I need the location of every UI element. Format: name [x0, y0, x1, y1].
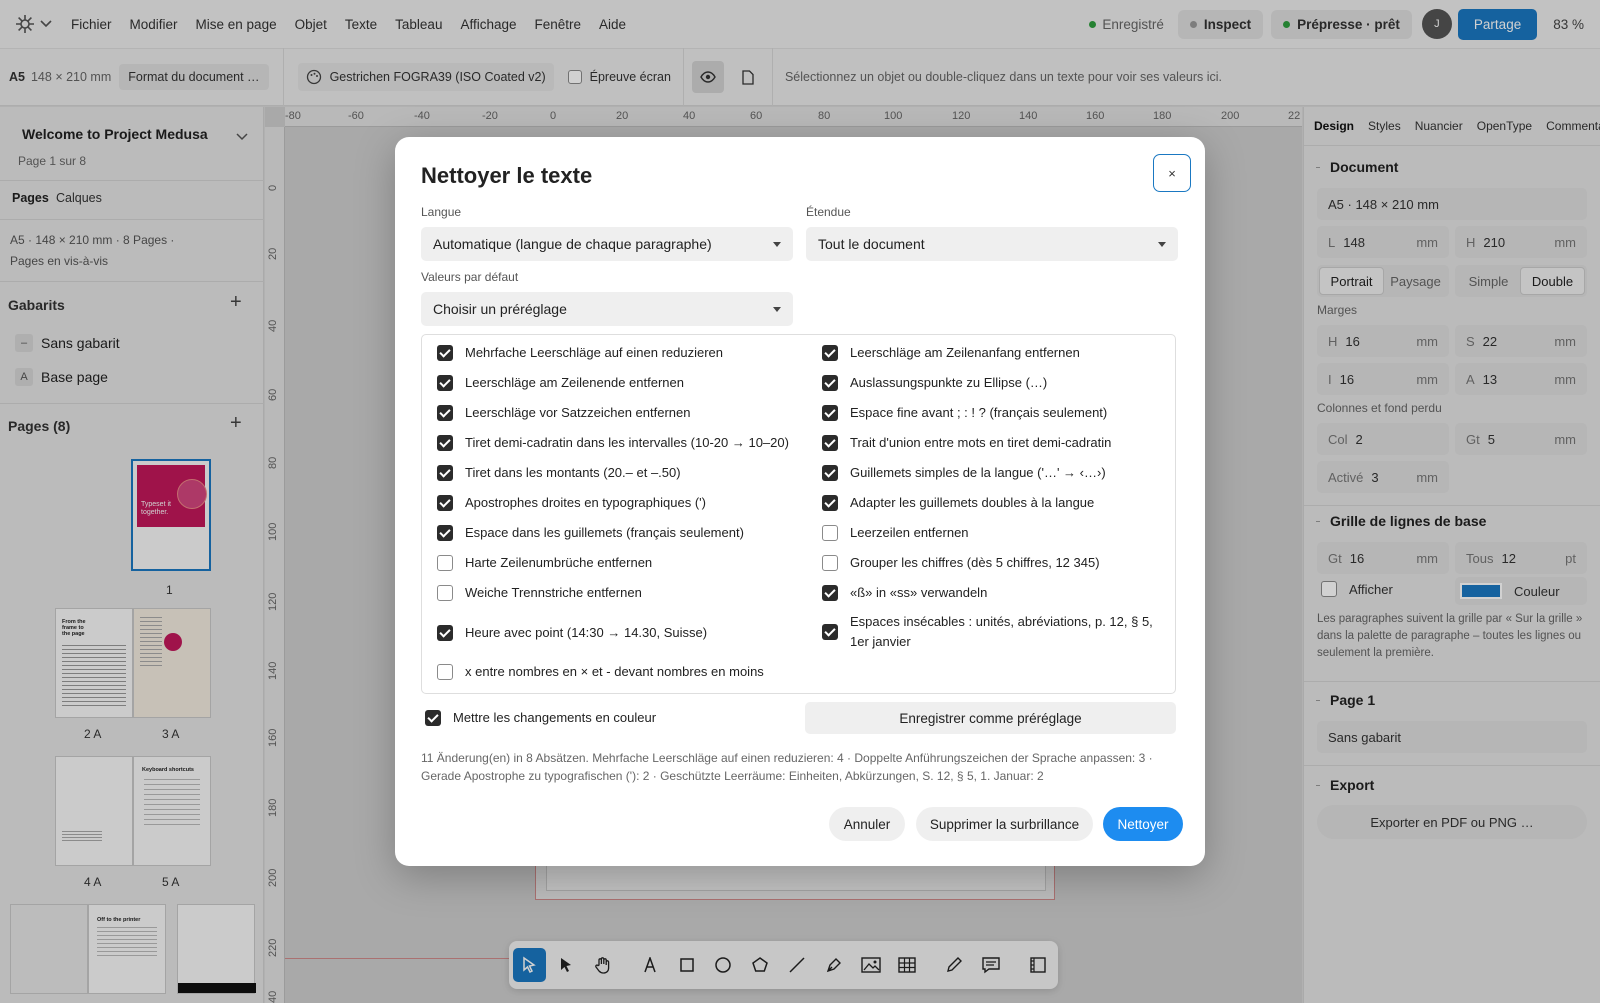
checkbox[interactable] [822, 585, 838, 601]
option-thin-space[interactable]: Espace fine avant ; : ! ? (français seul… [822, 403, 1107, 423]
option-label: Leerschläge vor Satzzeichen entfernen [465, 405, 691, 420]
scope-label: Étendue [806, 205, 851, 219]
checkbox[interactable] [822, 495, 838, 511]
option-label: Tiret demi-cadratin dans les intervalles… [465, 435, 789, 450]
highlight-changes-option[interactable]: Mettre les changements en couleur [425, 708, 656, 728]
option-trailing-spaces[interactable]: Leerschläge am Zeilenende entfernen [437, 373, 684, 393]
checkbox[interactable] [437, 345, 453, 361]
language-value: Automatique (langue de chaque paragraphe… [433, 236, 712, 252]
checkbox[interactable] [437, 525, 453, 541]
checkbox[interactable] [437, 555, 453, 571]
clean-button[interactable]: Nettoyer [1103, 807, 1183, 841]
option-multiply-sign[interactable]: x entre nombres en × et - devant nombres… [437, 662, 764, 682]
dialog-title: Nettoyer le texte [421, 163, 593, 188]
clean-text-dialog: Nettoyer le texte × Langue Automatique (… [395, 137, 1205, 866]
option-hyphen-to-en-dash[interactable]: Trait d'union entre mots en tiret demi-c… [822, 433, 1111, 453]
option-label: Weiche Trennstriche entfernen [465, 585, 642, 600]
option-label: Espaces insécables : unités, abréviation… [850, 614, 1153, 649]
checkbox[interactable] [437, 405, 453, 421]
option-label: Grouper les chiffres (dès 5 chiffres, 12… [850, 555, 1100, 570]
checkbox[interactable] [822, 375, 838, 391]
option-non-breaking-spaces[interactable]: Espaces insécables : unités, abréviation… [822, 612, 1162, 652]
scope-value: Tout le document [818, 236, 925, 252]
checkbox[interactable] [437, 625, 453, 641]
option-label: «ß» in «ss» verwandeln [850, 585, 988, 600]
checkbox[interactable] [822, 345, 838, 361]
checkbox[interactable] [822, 435, 838, 451]
option-label: Espace fine avant ; : ! ? (français seul… [850, 405, 1108, 420]
option-reduce-multiple-spaces[interactable]: Mehrfache Leerschläge auf einen reduzier… [437, 343, 723, 363]
option-remove-soft-hyphens[interactable]: Weiche Trennstriche entfernen [437, 583, 642, 603]
checkbox[interactable] [437, 585, 453, 601]
preset-value: Choisir un préréglage [433, 301, 567, 317]
option-label: Mehrfache Leerschläge auf einen reduzier… [465, 345, 724, 360]
option-label: Leerschläge am Zeilenende entfernen [465, 375, 684, 390]
preset-select[interactable]: Choisir un préréglage [421, 292, 793, 326]
option-ellipsis[interactable]: Auslassungspunkte zu Ellipse (…) [822, 373, 1047, 393]
option-eszett[interactable]: «ß» in «ss» verwandeln [822, 583, 987, 603]
option-label: Tiret dans les montants (20.– et –.50) [465, 465, 681, 480]
option-remove-hard-breaks[interactable]: Harte Zeilenumbrüche entfernen [437, 553, 652, 573]
change-summary: 11 Änderung(en) in 8 Absätzen. Mehrfache… [421, 751, 1153, 783]
language-select[interactable]: Automatique (langue de chaque paragraphe… [421, 227, 793, 261]
checkbox[interactable] [822, 405, 838, 421]
caret-down-icon [773, 241, 781, 247]
option-typographic-apostrophes[interactable]: Apostrophes droites en typographiques ('… [437, 493, 706, 513]
checkbox[interactable] [425, 710, 441, 726]
option-double-quotes[interactable]: Adapter les guillemets doubles à la lang… [822, 493, 1094, 513]
option-label: Leerzeilen entfernen [850, 525, 969, 540]
cancel-button[interactable]: Annuler [829, 807, 905, 841]
option-single-quotes[interactable]: Guillemets simples de la langue ('…' → ‹… [822, 463, 1106, 483]
option-label: Adapter les guillemets doubles à la lang… [850, 495, 1095, 510]
checkbox[interactable] [437, 375, 453, 391]
option-leading-spaces[interactable]: Leerschläge am Zeilenanfang entfernen [822, 343, 1080, 363]
language-label: Langue [421, 205, 462, 219]
option-time-with-dot[interactable]: Heure avec point (14:30 → 14.30, Suisse) [437, 623, 707, 643]
option-space-in-quotes[interactable]: Espace dans les guillemets (français seu… [437, 523, 744, 543]
checkbox[interactable] [437, 664, 453, 680]
defaults-label: Valeurs par défaut [421, 270, 519, 284]
scope-select[interactable]: Tout le document [806, 227, 1178, 261]
option-label: Harte Zeilenumbrüche entfernen [465, 555, 653, 570]
checkbox[interactable] [437, 495, 453, 511]
option-label: Auslassungspunkte zu Ellipse (…) [850, 375, 1048, 390]
option-label: Mettre les changements en couleur [453, 710, 657, 725]
option-dash-amounts[interactable]: Tiret dans les montants (20.– et –.50) [437, 463, 681, 483]
checkbox[interactable] [437, 435, 453, 451]
option-space-before-punctuation[interactable]: Leerschläge vor Satzzeichen entfernen [437, 403, 690, 423]
option-label: Heure avec point (14:30 → 14.30, Suisse) [465, 625, 708, 640]
option-label: Trait d'union entre mots en tiret demi-c… [850, 435, 1112, 450]
option-label: Espace dans les guillemets (français seu… [465, 525, 744, 540]
save-preset-button[interactable]: Enregistrer comme préréglage [805, 702, 1176, 734]
option-group-digits[interactable]: Grouper les chiffres (dès 5 chiffres, 12… [822, 553, 1100, 573]
checkbox[interactable] [822, 465, 838, 481]
option-label: Leerschläge am Zeilenanfang entfernen [850, 345, 1080, 360]
checkbox[interactable] [822, 624, 838, 640]
option-en-dash-ranges[interactable]: Tiret demi-cadratin dans les intervalles… [437, 433, 789, 453]
option-label: Guillemets simples de la langue ('…' → ‹… [850, 465, 1106, 480]
caret-down-icon [1158, 241, 1166, 247]
option-label: x entre nombres en × et - devant nombres… [465, 664, 764, 679]
caret-down-icon [773, 306, 781, 312]
option-remove-empty-lines[interactable]: Leerzeilen entfernen [822, 523, 969, 543]
checkbox[interactable] [822, 555, 838, 571]
option-label: Apostrophes droites en typographiques ('… [465, 495, 706, 510]
checkbox[interactable] [822, 525, 838, 541]
remove-highlight-button[interactable]: Supprimer la surbrillance [916, 807, 1093, 841]
close-button[interactable]: × [1153, 154, 1191, 192]
checkbox[interactable] [437, 465, 453, 481]
